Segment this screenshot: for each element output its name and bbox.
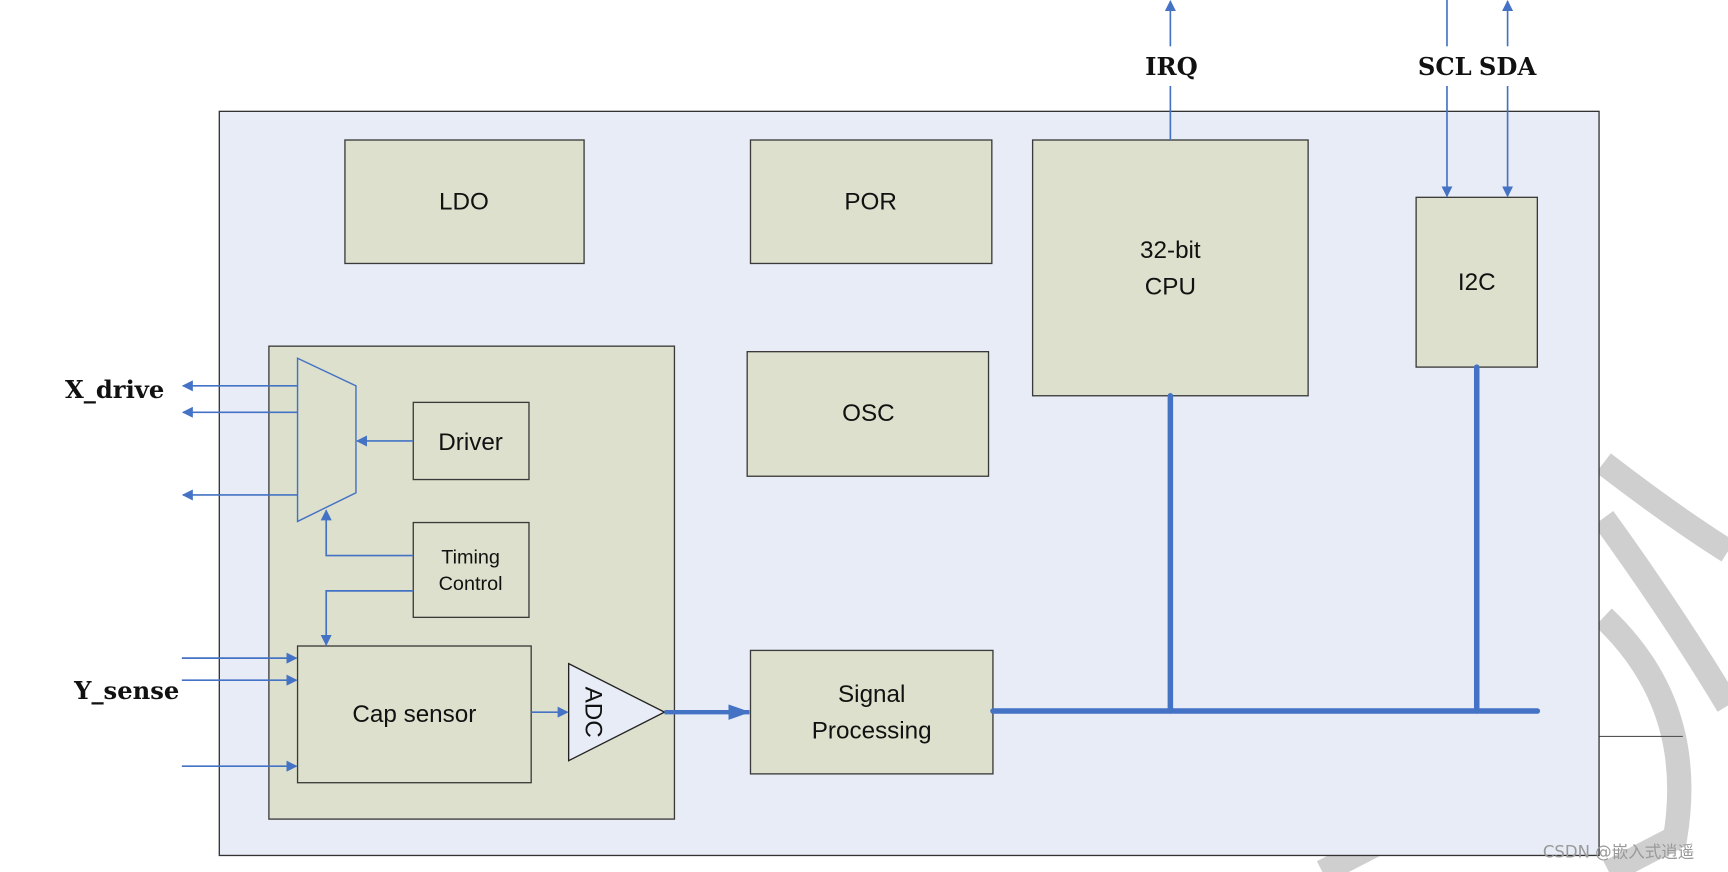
scl-label: SCL (1418, 52, 1472, 81)
irq-label: IRQ (1145, 52, 1198, 81)
timing-label-line1: Timing (441, 546, 500, 568)
block-diagram: LDO POR 32-bit CPU I2C OSC Signal Proces… (65, 0, 1728, 872)
i2c-block: I2C (1415, 196, 1539, 368)
signal-processing-label-line1: Signal (838, 681, 905, 708)
adc-label: ADC (579, 687, 606, 738)
cap-sensor-label: Cap sensor (352, 701, 476, 728)
y-sense-label: Y_sense (73, 676, 179, 705)
sda-label: SDA (1479, 52, 1538, 81)
cpu-block: 32-bit CPU (1031, 139, 1309, 397)
cap-sensor-block: Cap sensor (296, 645, 532, 784)
signal-processing-block: Signal Processing (749, 649, 994, 775)
x-drive-label: X_drive (65, 375, 164, 404)
timing-control-block: Timing Control (412, 521, 530, 619)
watermark-text: CSDN @嵌入式逍遥 (1543, 843, 1694, 862)
driver-block: Driver (412, 401, 530, 481)
osc-label: OSC (842, 400, 895, 427)
cpu-label-line1: 32-bit (1140, 237, 1201, 264)
signal-processing-label-line2: Processing (812, 718, 932, 745)
ldo-label: LDO (439, 188, 489, 215)
driver-label: Driver (438, 429, 503, 456)
por-label: POR (844, 188, 897, 215)
por-block: POR (749, 139, 993, 265)
i2c-label: I2C (1458, 269, 1496, 296)
cpu-label-line2: CPU (1145, 273, 1196, 300)
ldo-block: LDO (344, 139, 585, 265)
osc-block: OSC (746, 351, 990, 477)
timing-label-line2: Control (439, 573, 503, 595)
